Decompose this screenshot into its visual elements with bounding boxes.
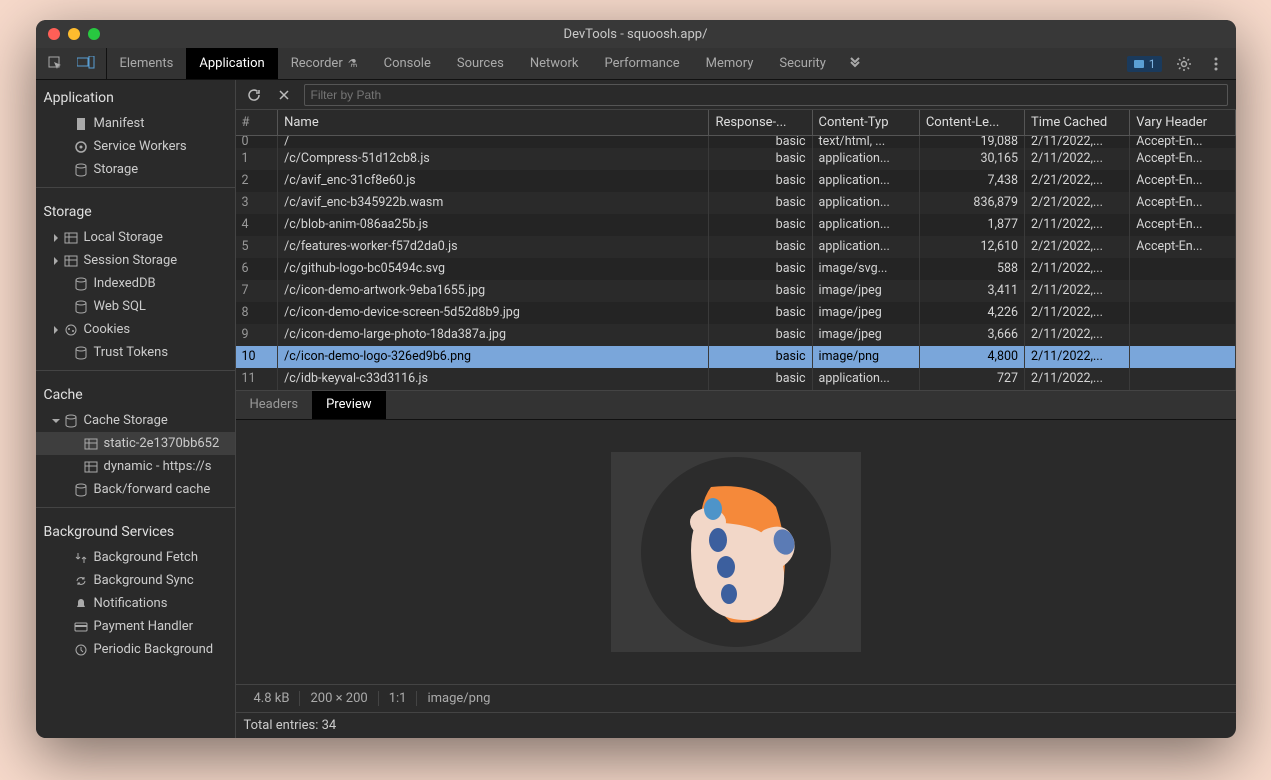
table-row[interactable]: 0/basictext/html, ...19,0882/11/2022,...… — [236, 136, 1236, 148]
tab-elements[interactable]: Elements — [107, 48, 187, 79]
tab-security[interactable]: Security — [766, 48, 839, 79]
tab-network[interactable]: Network — [517, 48, 592, 79]
issues-chip[interactable]: 1 — [1127, 56, 1162, 72]
subtab-headers[interactable]: Headers — [236, 391, 313, 419]
sidebar-websql[interactable]: Web SQL — [36, 295, 235, 318]
sidebar-trust-tokens[interactable]: Trust Tokens — [36, 341, 235, 364]
issues-count: 1 — [1149, 57, 1156, 71]
sidebar-bg-sync[interactable]: Background Sync — [36, 569, 235, 592]
tab-console[interactable]: Console — [371, 48, 444, 79]
table-row[interactable]: 8/c/icon-demo-device-screen-5d52d8b9.jpg… — [236, 302, 1236, 324]
meta-size: 4.8 kB — [244, 691, 301, 706]
titlebar: DevTools - squoosh.app/ — [36, 20, 1236, 48]
meta-ratio: 1:1 — [379, 691, 418, 706]
table-row[interactable]: 2/c/avif_enc-31cf8e60.jsbasicapplication… — [236, 170, 1236, 192]
tab-application[interactable]: Application — [186, 48, 277, 79]
inspect-icon[interactable] — [46, 54, 66, 74]
cache-table: #NameResponse-...Content-TypContent-Le..… — [236, 110, 1236, 390]
subtab-preview[interactable]: Preview — [312, 391, 385, 419]
col-header[interactable]: # — [236, 110, 278, 136]
sidebar-payment[interactable]: Payment Handler — [36, 615, 235, 638]
sidebar: Application Manifest Service Workers Sto… — [36, 80, 236, 738]
section-cache: Cache — [36, 377, 235, 409]
col-header[interactable]: Content-Typ — [812, 110, 919, 136]
tab-memory[interactable]: Memory — [693, 48, 767, 79]
sidebar-periodic[interactable]: Periodic Background — [36, 638, 235, 661]
table-row[interactable]: 5/c/features-worker-f57d2da0.jsbasicappl… — [236, 236, 1236, 258]
table-row[interactable]: 10/c/icon-demo-logo-326ed9b6.pngbasicima… — [236, 346, 1236, 368]
sidebar-cache-static[interactable]: static-2e1370bb652 — [36, 432, 235, 455]
table-row[interactable]: 3/c/avif_enc-b345922b.wasmbasicapplicati… — [236, 192, 1236, 214]
preview-pane — [236, 420, 1236, 685]
device-icon[interactable] — [76, 54, 96, 74]
meta-mime: image/png — [417, 691, 500, 706]
table-row[interactable]: 1/c/Compress-51d12cb8.jsbasicapplication… — [236, 148, 1236, 170]
tab-recorder[interactable]: Recorder⚗ — [278, 48, 371, 79]
sidebar-session-storage[interactable]: Session Storage — [36, 249, 235, 272]
main-panel: #NameResponse-...Content-TypContent-Le..… — [236, 80, 1236, 738]
sidebar-cookies[interactable]: Cookies — [36, 318, 235, 341]
sidebar-cache-dynamic[interactable]: dynamic - https://s — [36, 455, 235, 478]
sidebar-storage[interactable]: Storage — [36, 158, 235, 181]
table-row[interactable]: 7/c/icon-demo-artwork-9eba1655.jpgbasici… — [236, 280, 1236, 302]
sidebar-notifications[interactable]: Notifications — [36, 592, 235, 615]
tab-performance[interactable]: Performance — [591, 48, 692, 79]
col-header[interactable]: Content-Le... — [919, 110, 1024, 136]
main-toolbar: ElementsApplicationRecorder⚗ConsoleSourc… — [36, 48, 1236, 80]
sidebar-cache-storage[interactable]: Cache Storage — [36, 409, 235, 432]
meta-dim: 200 × 200 — [300, 691, 378, 706]
sidebar-indexeddb[interactable]: IndexedDB — [36, 272, 235, 295]
table-row[interactable]: 4/c/blob-anim-086aa25b.jsbasicapplicatio… — [236, 214, 1236, 236]
preview-image — [611, 452, 861, 652]
sidebar-bg-fetch[interactable]: Background Fetch — [36, 546, 235, 569]
devtools-window: DevTools - squoosh.app/ ElementsApplicat… — [36, 20, 1236, 738]
col-header[interactable]: Name — [278, 110, 709, 136]
table-row[interactable]: 6/c/github-logo-bc05494c.svgbasicimage/s… — [236, 258, 1236, 280]
section-storage: Storage — [36, 194, 235, 226]
section-bg: Background Services — [36, 514, 235, 546]
col-header[interactable]: Response-... — [709, 110, 812, 136]
gear-icon[interactable] — [1174, 54, 1194, 74]
window-title: DevTools - squoosh.app/ — [36, 27, 1236, 42]
section-application: Application — [36, 80, 235, 112]
sidebar-service-workers[interactable]: Service Workers — [36, 135, 235, 158]
table-row[interactable]: 11/c/idb-keyval-c33d3116.jsbasicapplicat… — [236, 368, 1236, 390]
more-tabs-icon[interactable] — [845, 54, 865, 74]
table-row[interactable]: 9/c/icon-demo-large-photo-18da387a.jpgba… — [236, 324, 1236, 346]
tab-sources[interactable]: Sources — [444, 48, 517, 79]
sidebar-local-storage[interactable]: Local Storage — [36, 226, 235, 249]
preview-meta: 4.8 kB 200 × 200 1:1 image/png — [236, 684, 1236, 712]
filter-input[interactable] — [304, 84, 1228, 106]
kebab-icon[interactable] — [1206, 54, 1226, 74]
refresh-icon[interactable] — [244, 85, 264, 105]
col-header[interactable]: Time Cached — [1025, 110, 1130, 136]
col-header[interactable]: Vary Header — [1130, 110, 1235, 136]
total-entries: Total entries: 34 — [236, 712, 1236, 738]
sidebar-bfcache[interactable]: Back/forward cache — [36, 478, 235, 501]
delete-icon[interactable] — [274, 85, 294, 105]
sidebar-manifest[interactable]: Manifest — [36, 112, 235, 135]
